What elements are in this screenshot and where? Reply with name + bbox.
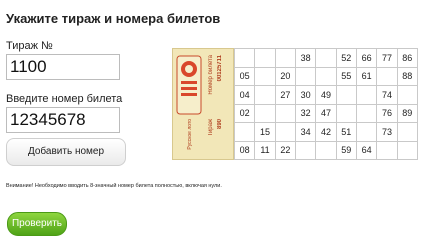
ticket-grid-cell: 11 [254,140,276,160]
ticket-grid-cell [274,103,296,123]
ticket-preview: Номер билета 00125711 Тираж 890 Русское … [172,48,419,160]
ticket-grid-cell [396,140,419,160]
ticket-grid-cell: 02 [233,103,256,123]
ticket-grid-cell [233,122,256,142]
check-button[interactable]: Проверить [7,212,67,236]
ticket-grid-cell [254,66,276,86]
ticket-grid-cell: 08 [233,140,256,160]
ticket-grid-cell: 74 [376,85,398,105]
notice-text: Внимание! Необходимо вводить 8-значный н… [6,183,222,189]
ticket-grid-row: 05 20 55 61 88 [233,66,419,86]
ticket-grid-cell [396,122,419,142]
ticket-grid-cell [294,66,317,86]
ticket-grid-cell: 73 [376,122,398,142]
ticket-grid-cell: 15 [254,122,276,142]
stub-ticket-number: 00125711 [217,55,223,82]
ticket-grid-row: 15 34 42 51 73 [233,122,419,142]
ticket-grid-cell: 51 [335,122,357,142]
ticket-grid-row: 08 11 22 59 64 [233,140,419,160]
ticket-grid-cell: 66 [355,48,378,68]
ticket-grid-cell: 49 [315,85,337,105]
ticket-grid-cell [355,85,378,105]
stub-label: Номер билета [208,55,214,95]
ticket-grid-cell [254,85,276,105]
ticket-grid-cell: 86 [396,48,419,68]
ticket-grid-row: 38 52 66 77 86 [233,48,419,68]
ticket-grid-cell: 38 [294,48,317,68]
ticket-number-grid: 38 52 66 77 86 05 20 55 61 88 04 27 30 49 74 02 32 47 76 89… [233,48,419,160]
ticket-grid-cell: 64 [355,140,378,160]
ticket-grid-cell: 05 [233,66,256,86]
ticket-grid-cell [335,85,357,105]
ticket-grid-cell [254,48,276,68]
ticket-grid-cell: 77 [376,48,398,68]
ticket-grid-cell: 76 [376,103,398,123]
ticket-grid-row: 02 32 47 76 89 [233,103,419,123]
ticket-grid-cell: 52 [335,48,357,68]
ticket-grid-cell [254,103,276,123]
stub-brand: Русское лото [187,119,193,150]
ticket-grid-cell [315,48,337,68]
ticket-grid-cell: 22 [274,140,296,160]
ticket-grid-cell [376,66,398,86]
ticket-grid-cell: 32 [294,103,317,123]
ticket-grid-cell [274,122,296,142]
draw-number-input[interactable]: 1100 [6,54,120,80]
ticket-number-label: Введите номер билета [6,93,123,105]
ticket-grid-cell [355,122,378,142]
ticket-grid-cell: 42 [315,122,337,142]
ticket-grid-cell [376,140,398,160]
ticket-grid-cell [355,103,378,123]
ticket-grid-cell: 34 [294,122,317,142]
add-number-button[interactable]: Добавить номер [6,138,126,166]
russkoe-loto-logo [176,55,202,115]
ticket-grid-cell [396,85,419,105]
ticket-grid-row: 04 27 30 49 74 [233,85,419,105]
ticket-grid-cell: 89 [396,103,419,123]
ticket-grid-cell: 61 [355,66,378,86]
ticket-grid-cell: 47 [315,103,337,123]
ticket-grid-cell: 55 [335,66,357,86]
ticket-number-input[interactable]: 12345678 [6,107,120,133]
draw-label: Тираж № [6,40,53,52]
ticket-grid-cell: 27 [274,85,296,105]
ticket-grid-cell: 20 [274,66,296,86]
ticket-grid-cell [335,103,357,123]
ticket-grid-cell: 30 [294,85,317,105]
stub-draw-number: 890 [217,119,223,130]
ticket-grid-cell [233,48,256,68]
stub-draw-label: Тираж [208,119,214,137]
ticket-grid-cell: 04 [233,85,256,105]
ticket-grid-cell [315,140,337,160]
ticket-grid-cell [294,140,317,160]
page-title: Укажите тираж и номера билетов [6,11,221,26]
ticket-grid-cell [315,66,337,86]
ticket-grid-cell: 88 [396,66,419,86]
ticket-grid-cell [274,48,296,68]
ticket-stub: Номер билета 00125711 Тираж 890 Русское … [172,48,234,160]
ticket-grid-cell: 59 [335,140,357,160]
